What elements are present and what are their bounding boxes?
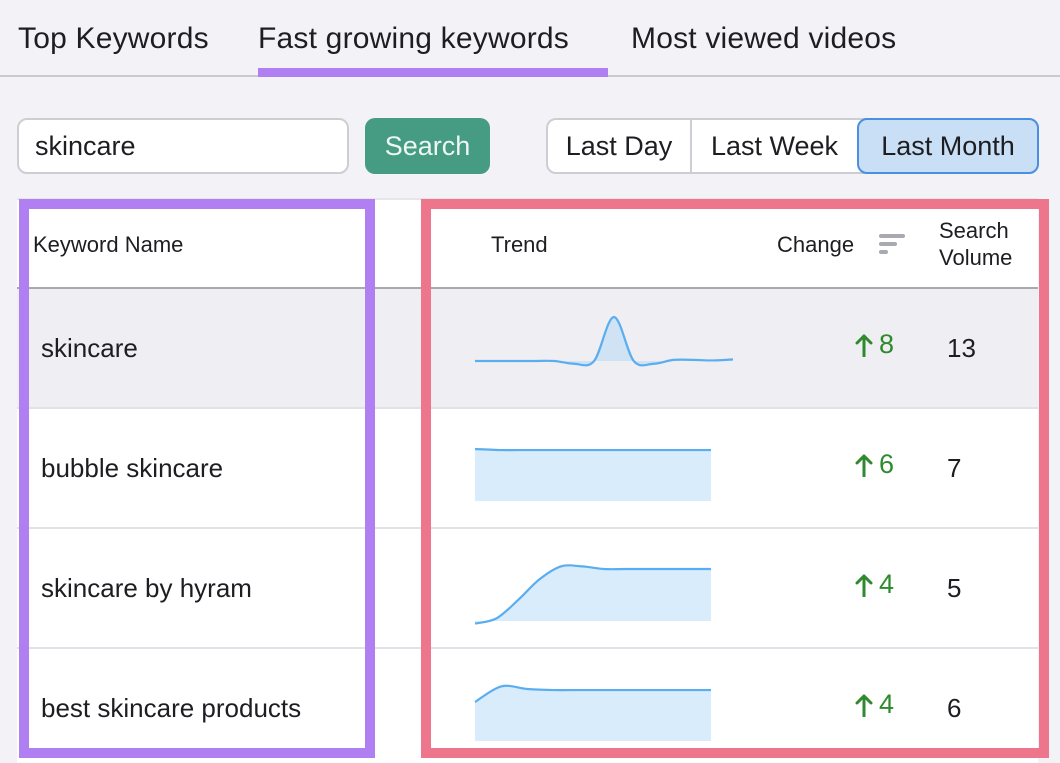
search-volume-value: 13: [947, 333, 976, 363]
trend-sparkline: [474, 684, 711, 741]
change-number: 8: [879, 329, 895, 359]
column-header-search-volume-text: Search Volume: [939, 218, 1013, 270]
sort-icon[interactable]: [879, 234, 905, 256]
trend-area: [475, 317, 733, 366]
keywords-table: Keyword Name Trend Change Search Volume …: [17, 198, 1038, 763]
time-range-selector: Last Day Last Week Last Month: [546, 118, 1039, 174]
active-tab-indicator: [258, 68, 608, 77]
last-day-button[interactable]: Last Day: [548, 120, 692, 172]
trend-sparkline: [474, 447, 711, 501]
last-month-button[interactable]: Last Month: [857, 118, 1039, 174]
table-header: Keyword Name Trend Change Search Volume: [17, 200, 1038, 289]
table-row[interactable]: bubble skincare 6 7: [17, 409, 1038, 529]
last-week-button[interactable]: Last Week: [692, 120, 857, 172]
arrow-up-icon: [855, 454, 873, 477]
tab-most-viewed-videos[interactable]: Most viewed videos: [631, 22, 896, 56]
arrow-up-icon: [855, 334, 873, 357]
change-number: 6: [879, 449, 895, 479]
search-volume-value: 7: [947, 453, 962, 483]
trend-line: [474, 447, 711, 452]
arrow-up-icon: [855, 694, 873, 717]
search-button[interactable]: Search: [365, 118, 490, 174]
change-number: 4: [879, 569, 895, 599]
change-value: 4: [855, 569, 894, 600]
keyword-name[interactable]: skincare by hyram: [41, 573, 252, 604]
trend-sparkline: [474, 315, 734, 367]
keyword-name[interactable]: best skincare products: [41, 693, 301, 724]
column-header-change[interactable]: Change: [777, 232, 854, 258]
tab-fast-growing-keywords[interactable]: Fast growing keywords: [258, 22, 569, 56]
column-header-keyword: Keyword Name: [33, 232, 184, 257]
search-volume-value: 5: [947, 573, 962, 603]
change-value: 8: [855, 329, 894, 360]
column-header-search-volume: Search Volume: [939, 217, 1029, 271]
tab-bar: Top Keywords Fast growing keywords Most …: [0, 0, 1060, 77]
table-row[interactable]: skincare 8 13: [17, 289, 1038, 409]
search-input[interactable]: [17, 118, 349, 174]
search-volume-value: 6: [947, 693, 962, 723]
trend-sparkline: [474, 564, 711, 625]
table-row[interactable]: skincare by hyram 4 5: [17, 529, 1038, 649]
trend-area: [475, 565, 711, 624]
change-number: 4: [879, 689, 895, 719]
trend-area: [475, 449, 711, 501]
trend-area: [475, 685, 711, 741]
keyword-name[interactable]: skincare: [41, 333, 138, 364]
arrow-up-icon: [855, 574, 873, 597]
change-value: 4: [855, 689, 894, 720]
change-value: 6: [855, 449, 894, 480]
column-header-trend: Trend: [491, 232, 548, 257]
keyword-name[interactable]: bubble skincare: [41, 453, 223, 484]
tab-top-keywords[interactable]: Top Keywords: [18, 22, 209, 56]
table-row[interactable]: best skincare products 4 6: [17, 649, 1038, 763]
